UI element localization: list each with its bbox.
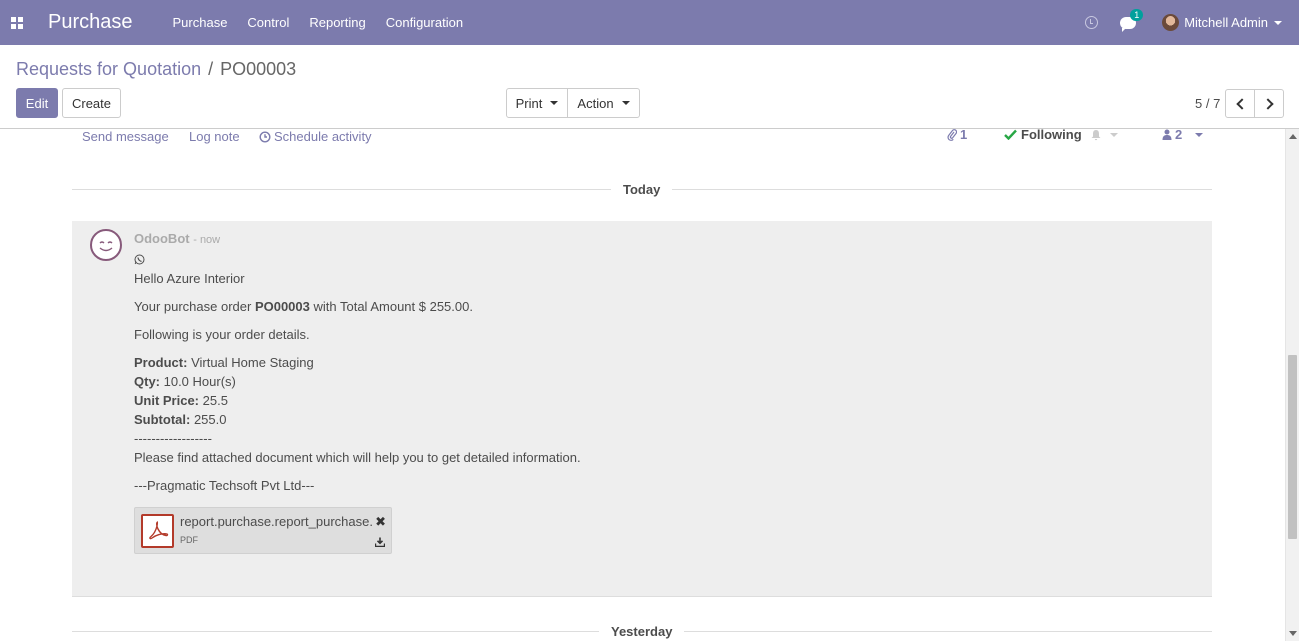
menu-purchase[interactable]: Purchase: [173, 15, 228, 30]
pdf-icon: [141, 514, 174, 548]
message-body: OdooBot - now Hello Azure Interior Your …: [134, 229, 1194, 495]
app-brand[interactable]: Purchase: [48, 11, 133, 34]
messaging-menu[interactable]: 1: [1120, 8, 1144, 32]
message-product-line: Product: Virtual Home Staging: [134, 353, 1194, 372]
qty-value: 10.0 Hour(s): [160, 374, 236, 389]
date-separator-yesterday: Yesterday: [599, 624, 685, 639]
send-message-button[interactable]: Send message: [82, 129, 169, 144]
pager-next-button[interactable]: [1254, 89, 1284, 118]
breadcrumb: Requests for Quotation / PO00003: [16, 59, 296, 80]
schedule-activity-label: Schedule activity: [274, 129, 372, 144]
chatter-message: OdooBot - now Hello Azure Interior Your …: [72, 221, 1212, 597]
clock-icon: [259, 130, 271, 143]
scroll-thumb[interactable]: [1288, 355, 1297, 539]
user-avatar[interactable]: [1162, 14, 1180, 31]
user-name[interactable]: Mitchell Admin: [1184, 15, 1268, 30]
followers-caret-icon: [1195, 132, 1204, 137]
breadcrumb-parent[interactable]: Requests for Quotation: [16, 59, 201, 80]
pager-previous-button[interactable]: [1225, 89, 1255, 118]
message-greeting: Hello Azure Interior: [134, 271, 245, 286]
notification-settings[interactable]: [1090, 129, 1118, 141]
order-ref: PO00003: [254, 299, 310, 314]
bell-icon: [1091, 130, 1101, 141]
qty-label: Qty:: [134, 374, 160, 389]
chatter-scroll-area: Send message Log note Schedule activity …: [0, 129, 1285, 641]
message-details-intro: Following is your order details.: [134, 327, 310, 342]
control-panel: Requests for Quotation / PO00003 Edit Cr…: [0, 45, 1299, 129]
odoobot-avatar[interactable]: [90, 229, 122, 261]
message-time: - now: [193, 234, 221, 246]
top-navbar: Purchase Purchase Control Reporting Conf…: [0, 0, 1299, 45]
chat-badge: 1: [1130, 8, 1144, 21]
date-separator-today: Today: [611, 182, 673, 197]
apps-menu-icon[interactable]: [2, 0, 32, 45]
breadcrumb-separator: /: [208, 59, 214, 79]
log-note-button[interactable]: Log note: [189, 129, 240, 144]
print-dropdown[interactable]: Print: [506, 88, 568, 118]
action-caret-icon: [621, 101, 630, 105]
message-qty-line: Qty: 10.0 Hour(s): [134, 372, 1194, 391]
breadcrumb-current: PO00003: [220, 59, 297, 79]
subtotal-label: Subtotal:: [134, 412, 191, 427]
scroll-down-arrow-icon[interactable]: [1289, 631, 1297, 636]
whatsapp-icon: [134, 254, 145, 265]
message-signature: ---Pragmatic Techsoft Pvt Ltd---: [134, 478, 315, 493]
attachment-name[interactable]: report.purchase.report_purchase.: [180, 514, 373, 529]
edit-button[interactable]: Edit: [16, 88, 58, 118]
create-button[interactable]: Create: [62, 88, 121, 118]
chevron-left-icon: [1235, 97, 1248, 110]
menu-reporting[interactable]: Reporting: [309, 15, 365, 30]
paperclip-icon: [947, 129, 957, 141]
order-suffix: with Total Amount $ 255.00.: [309, 299, 473, 314]
navbar-systray: 1 Mitchell Admin: [1085, 0, 1299, 45]
chevron-right-icon: [1261, 97, 1274, 110]
attachment-download-icon[interactable]: [374, 535, 386, 550]
order-prefix: Your purchase order: [134, 299, 255, 314]
product-label: Product:: [134, 355, 188, 370]
check-icon: [1004, 129, 1017, 140]
message-price-line: Unit Price: 25.5: [134, 391, 1194, 410]
message-attached-note: Please find attached document which will…: [134, 450, 581, 465]
menu-control[interactable]: Control: [247, 15, 289, 30]
notification-caret-icon: [1110, 133, 1118, 137]
follower-count: 2: [1175, 129, 1183, 142]
subtotal-value: 255.0: [190, 412, 227, 427]
product-value: Virtual Home Staging: [187, 355, 314, 370]
scroll-up-arrow-icon[interactable]: [1289, 134, 1297, 139]
attachment-delete-icon[interactable]: ✖: [375, 514, 386, 530]
followers-dropdown[interactable]: 2: [1162, 129, 1204, 142]
action-dropdown[interactable]: Action: [567, 88, 640, 118]
attachment-type: PDF: [180, 535, 198, 545]
message-author[interactable]: OdooBot: [134, 231, 190, 246]
message-dashes: ------------------: [134, 431, 212, 446]
chatter-topbar: Send message Log note Schedule activity …: [0, 129, 1285, 149]
vertical-scrollbar[interactable]: [1285, 129, 1299, 641]
action-label: Action: [577, 95, 614, 111]
smiley-icon: [99, 241, 113, 252]
following-label: Following: [1021, 129, 1082, 142]
print-label: Print: [515, 95, 543, 111]
print-caret-icon: [550, 101, 559, 105]
attachment-count: 1: [960, 129, 968, 142]
pager-value[interactable]: 5 / 7: [1195, 96, 1220, 111]
price-value: 25.5: [199, 393, 228, 408]
attachment-card[interactable]: report.purchase.report_purchase. PDF ✖: [134, 507, 392, 554]
follow-toggle[interactable]: Following: [1004, 129, 1082, 142]
price-label: Unit Price:: [134, 393, 200, 408]
acrobat-icon: [148, 521, 168, 540]
message-subtotal-line: Subtotal: 255.0: [134, 410, 1194, 429]
schedule-activity-button[interactable]: Schedule activity: [259, 129, 372, 144]
activity-clock-icon[interactable]: [1085, 16, 1099, 29]
user-menu-caret-icon[interactable]: [1274, 20, 1282, 25]
attachment-counter[interactable]: 1: [947, 129, 967, 142]
user-icon: [1162, 129, 1172, 140]
message-order-line: Your purchase order PO00003 with Total A…: [134, 297, 1194, 316]
menu-configuration[interactable]: Configuration: [386, 15, 463, 30]
